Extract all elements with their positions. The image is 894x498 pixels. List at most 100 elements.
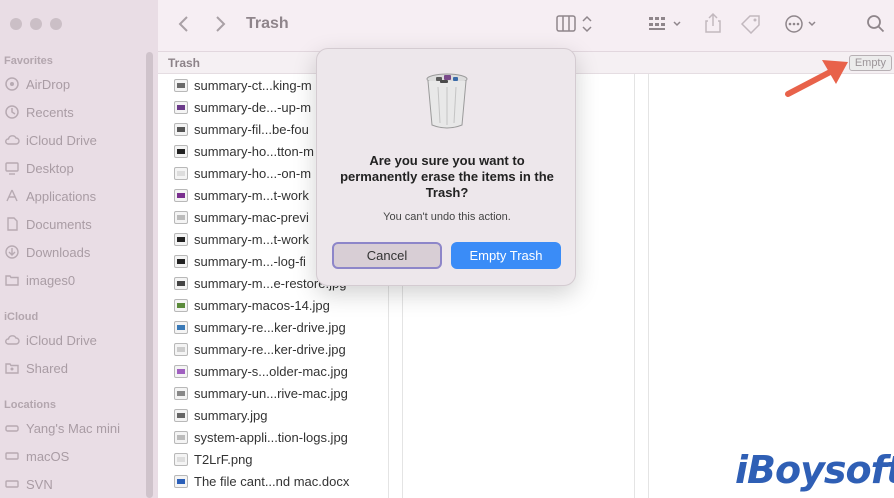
sidebar-item-macos[interactable]: macOS (4, 445, 154, 467)
file-list-item[interactable]: summary-ho...tton-m (174, 140, 314, 162)
file-thumbnail-icon (174, 100, 188, 114)
sidebar-item-label: Applications (26, 188, 97, 204)
file-name: summary-re...ker-drive.jpg (194, 341, 346, 357)
sidebar-item-label: Desktop (26, 160, 74, 176)
chevron-left-icon (178, 16, 188, 32)
airdrop-icon (5, 77, 19, 91)
file-list-item[interactable]: summary-m...t-work (174, 228, 309, 250)
file-list-item[interactable]: summary-re...ker-drive.jpg (174, 338, 346, 360)
file-thumbnail-icon (174, 452, 188, 466)
sidebar-item-recents[interactable]: Recents (4, 101, 154, 123)
dialog-message: You can't undo this action. (383, 211, 511, 223)
locations-heading: Locations (4, 399, 56, 411)
file-name: T2LrF.png (194, 451, 253, 467)
file-thumbnail-icon (174, 122, 188, 136)
trash-icon (426, 73, 468, 129)
sidebar-item-label: Recents (26, 104, 74, 120)
search-button[interactable] (866, 14, 886, 34)
sidebar-item-shared[interactable]: Shared (4, 357, 154, 379)
file-thumbnail-icon (174, 364, 188, 378)
sidebar-item-images0[interactable]: images0 (4, 269, 154, 291)
empty-button[interactable]: Empty (848, 55, 892, 71)
file-thumbnail-icon (174, 144, 188, 158)
file-thumbnail-icon (174, 298, 188, 312)
file-thumbnail-icon (174, 254, 188, 268)
file-list-item[interactable]: T2LrF.png (174, 448, 253, 470)
file-thumbnail-icon (174, 408, 188, 422)
sidebar-item-icloud-drive[interactable]: iCloud Drive (4, 129, 154, 151)
file-list-item[interactable]: summary-un...rive-mac.jpg (174, 382, 348, 404)
sidebar-item-icloud-drive-2[interactable]: iCloud Drive (4, 329, 154, 351)
column-divider[interactable] (648, 74, 649, 498)
empty-trash-button[interactable]: Empty Trash (451, 242, 561, 269)
file-name: summary-mac-previ (194, 209, 309, 225)
annotation-arrow-icon (785, 60, 848, 97)
file-list-item[interactable]: summary-mac-previ (174, 206, 309, 228)
sidebar-item-applications[interactable]: Applications (4, 185, 154, 207)
file-thumbnail-icon (174, 166, 188, 180)
tag-button[interactable] (740, 14, 762, 34)
folder-icon (5, 275, 19, 286)
sidebar-item-airdrop[interactable]: AirDrop (4, 73, 154, 95)
file-name: The file cant...nd mac.docx (194, 473, 350, 489)
close-window-button[interactable] (10, 18, 22, 30)
group-button[interactable] (648, 15, 686, 33)
file-list-item[interactable]: summary-ct...king-m (174, 74, 312, 96)
computer-icon (5, 425, 19, 432)
clock-icon (5, 105, 19, 119)
window-title: Trash (246, 15, 289, 32)
file-list-item[interactable]: summary-fil...be-fou (174, 118, 309, 140)
column-divider[interactable] (634, 74, 635, 498)
cloud-icon (5, 335, 20, 345)
file-list-item[interactable]: summary-s...older-mac.jpg (174, 360, 348, 382)
file-list-item[interactable]: summary-m...-log-fi (174, 250, 306, 272)
forward-button[interactable] (214, 15, 226, 33)
sidebar-item-label: Downloads (26, 244, 91, 260)
file-name: summary-ho...-on-m (194, 165, 312, 181)
file-list-item[interactable]: summary-macos-14.jpg (174, 294, 330, 316)
sidebar-item-label: SVN (26, 476, 53, 492)
file-thumbnail-icon (174, 342, 188, 356)
file-list-item[interactable]: summary.jpg (174, 404, 267, 426)
share-icon (705, 12, 721, 33)
sidebar-item-desktop[interactable]: Desktop (4, 157, 154, 179)
file-name: system-appli...tion-logs.jpg (194, 429, 348, 445)
file-list-item[interactable]: system-appli...tion-logs.jpg (174, 426, 348, 448)
view-columns-button[interactable] (556, 15, 596, 33)
more-actions-button[interactable] (784, 14, 820, 34)
file-list-item[interactable]: summary-m...t-work (174, 184, 309, 206)
grid-icon (649, 17, 681, 30)
file-name: summary-ct...king-m (194, 77, 312, 93)
minimize-window-button[interactable] (30, 18, 42, 30)
sidebar-item-label: AirDrop (26, 76, 71, 92)
chevron-right-icon (216, 16, 226, 32)
sidebar-item-label: Documents (26, 216, 92, 232)
file-list-item[interactable]: summary-ho...-on-m (174, 162, 311, 184)
file-name: summary-ho...tton-m (194, 143, 314, 159)
sidebar-item-downloads[interactable]: Downloads (4, 241, 154, 263)
icloud-heading: iCloud (4, 311, 39, 323)
file-list-item[interactable]: summary-re...ker-drive.jpg (174, 316, 346, 338)
sidebar-item-label: iCloud Drive (26, 332, 97, 348)
download-icon (5, 245, 19, 259)
sidebar-item-documents[interactable]: Documents (4, 213, 154, 235)
file-list-item[interactable]: The file cant...nd mac.docx (174, 470, 349, 492)
sidebar-item-svn[interactable]: SVN (4, 473, 154, 495)
file-name: summary-re...ker-drive.jpg (194, 319, 346, 335)
sidebar-item-label: iCloud Drive (26, 132, 97, 148)
file-name: summary.jpg (194, 407, 268, 423)
sidebar-item-mac-mini[interactable]: Yang's Mac mini (4, 417, 154, 439)
favorites-heading: Favorites (4, 55, 53, 67)
zoom-window-button[interactable] (50, 18, 62, 30)
file-list-item[interactable]: summary-de...-up-m (174, 96, 311, 118)
path-bar-label: Trash (168, 56, 201, 70)
file-name: summary-un...rive-mac.jpg (194, 385, 348, 401)
file-name: summary-m...t-work (194, 231, 309, 247)
share-button[interactable] (704, 12, 722, 34)
sidebar-scrollbar[interactable] (146, 52, 153, 498)
back-button[interactable] (178, 15, 190, 33)
file-thumbnail-icon (174, 474, 188, 488)
file-thumbnail-icon (174, 320, 188, 334)
toolbar: Trash (158, 0, 894, 52)
cancel-button[interactable]: Cancel (332, 242, 442, 269)
